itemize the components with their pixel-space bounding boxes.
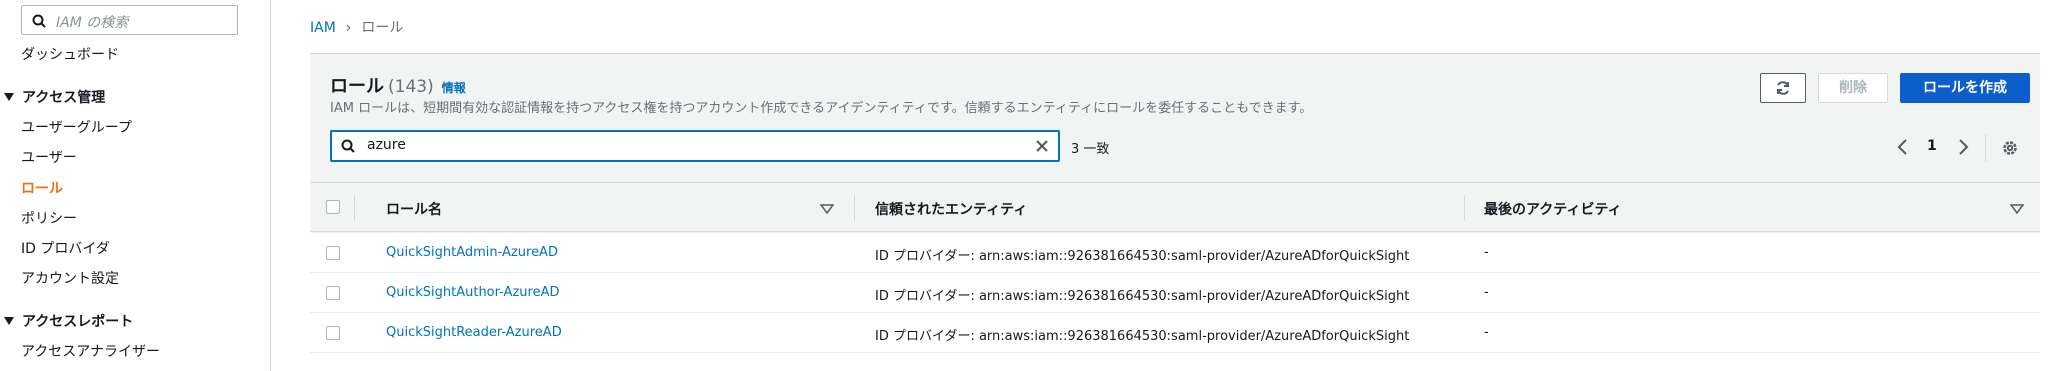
row-checkbox[interactable] — [326, 286, 340, 300]
panel-description: IAM ロールは、短期間有効な認証情報を持つアクセス権を持つアカウント作成できる… — [330, 101, 1313, 116]
last-activity: - — [1484, 325, 1489, 340]
page-title: ロール — [330, 76, 384, 97]
sidebar-section-access-reports[interactable]: アクセスレポート — [4, 311, 133, 331]
row-checkbox[interactable] — [326, 326, 340, 340]
breadcrumb-iam-link[interactable]: IAM — [310, 20, 336, 36]
column-divider — [854, 195, 855, 221]
refresh-button[interactable] — [1760, 73, 1806, 103]
sort-down-icon[interactable] — [820, 204, 834, 214]
section-label: アクセスレポート — [22, 314, 134, 330]
last-activity: - — [1484, 285, 1489, 300]
roles-panel: ロール (143) 情報 IAM ロールは、短期間有効な認証情報を持つアクセス権を持… — [310, 53, 2040, 353]
sidebar-search-placeholder: IAM の検索 — [56, 15, 129, 31]
trusted-entity: ID プロバイダー: arn:aws:iam::926381664530:sam… — [875, 289, 1410, 304]
select-all-checkbox[interactable] — [326, 200, 340, 214]
sidebar-item-users[interactable]: ユーザー — [21, 147, 77, 167]
section-label: アクセス管理 — [22, 90, 106, 106]
table-row[interactable]: QuickSightAuthor-AzureAD ID プロバイダー: arn:… — [310, 273, 2040, 313]
column-divider — [1464, 195, 1465, 221]
sidebar-item-roles[interactable]: ロール — [21, 178, 63, 198]
panel-header: ロール (143) 情報 — [330, 72, 466, 98]
page-number[interactable]: 1 — [1927, 138, 1937, 154]
sidebar: IAM の検索 ダッシュボード アクセス管理 ユーザーグループ ユーザー ロール… — [0, 0, 271, 371]
breadcrumb-current: ロール — [361, 20, 404, 36]
sidebar-item-policies[interactable]: ポリシー — [21, 208, 77, 228]
delete-button[interactable]: 削除 — [1818, 73, 1888, 103]
trusted-entity: ID プロバイダー: arn:aws:iam::926381664530:sam… — [875, 249, 1410, 264]
caret-down-icon — [4, 93, 14, 101]
sidebar-section-access-management[interactable]: アクセス管理 — [4, 87, 105, 107]
chevron-right-icon: › — [345, 20, 352, 36]
table-row[interactable]: QuickSightReader-AzureAD ID プロバイダー: arn:… — [310, 313, 2040, 353]
sidebar-item-account-settings[interactable]: アカウント設定 — [21, 268, 119, 288]
last-activity: - — [1484, 245, 1489, 260]
search-input[interactable]: azure — [330, 130, 1060, 162]
sidebar-item-user-groups[interactable]: ユーザーグループ — [21, 117, 132, 137]
row-checkbox[interactable] — [326, 246, 340, 260]
refresh-icon — [1777, 81, 1789, 95]
column-divider — [354, 195, 355, 221]
create-role-button[interactable]: ロールを作成 — [1900, 73, 2030, 103]
column-role-name[interactable]: ロール名 — [386, 199, 442, 219]
role-name-link[interactable]: QuickSightReader-AzureAD — [386, 325, 562, 340]
search-value: azure — [367, 137, 406, 153]
column-last-activity[interactable]: 最後のアクティビティ — [1484, 199, 1622, 219]
caret-down-icon — [4, 317, 14, 325]
role-count: (143) — [388, 77, 434, 97]
gear-icon[interactable] — [2001, 139, 2019, 157]
chevron-left-icon[interactable] — [1895, 138, 1911, 156]
sidebar-search-input[interactable]: IAM の検索 — [21, 5, 238, 35]
close-icon[interactable] — [1034, 138, 1050, 154]
sidebar-item-access-analyzer[interactable]: アクセスアナライザー — [21, 341, 160, 361]
trusted-entity: ID プロバイダー: arn:aws:iam::926381664530:sam… — [875, 329, 1410, 344]
sidebar-item-dashboard[interactable]: ダッシュボード — [21, 44, 119, 64]
match-count: 3 一致 — [1071, 142, 1110, 157]
table-header: ロール名 信頼されたエンティティ 最後のアクティビティ — [310, 182, 2040, 232]
sort-down-icon[interactable] — [2010, 204, 2024, 214]
pager-divider — [1985, 134, 1986, 162]
breadcrumb: IAM › ロール — [310, 17, 403, 37]
search-icon — [341, 139, 355, 153]
sidebar-item-identity-providers[interactable]: ID プロバイダ — [21, 238, 110, 258]
search-icon — [32, 14, 46, 28]
role-name-link[interactable]: QuickSightAdmin-AzureAD — [386, 245, 558, 260]
pagination: 1 — [1895, 134, 2035, 162]
role-name-link[interactable]: QuickSightAuthor-AzureAD — [386, 285, 559, 300]
chevron-right-icon[interactable] — [1955, 138, 1971, 156]
table-row[interactable]: QuickSightAdmin-AzureAD ID プロバイダー: arn:a… — [310, 233, 2040, 273]
column-trusted-entity[interactable]: 信頼されたエンティティ — [875, 199, 1027, 219]
info-link[interactable]: 情報 — [442, 81, 466, 95]
